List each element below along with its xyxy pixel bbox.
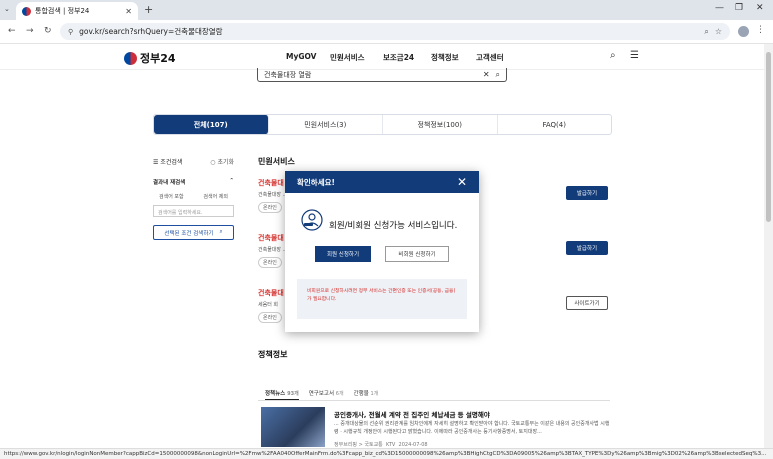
back-icon[interactable]: ← xyxy=(8,26,16,36)
profile-avatar[interactable] xyxy=(738,26,749,37)
site-info-icon[interactable]: ⚲ xyxy=(68,28,73,36)
gov-favicon-icon xyxy=(22,6,31,16)
modal-title: 확인하세요! xyxy=(297,177,335,187)
maximize-icon[interactable]: ❐ xyxy=(735,3,743,13)
new-tab-button[interactable]: + xyxy=(144,3,153,16)
close-window-icon[interactable]: ✕ xyxy=(756,3,764,13)
close-icon[interactable]: ✕ xyxy=(457,175,467,189)
member-apply-button[interactable]: 회원 신청하기 xyxy=(315,246,371,262)
bookmark-star-icon[interactable]: ☆ xyxy=(715,27,722,36)
zoom-icon[interactable]: ⌕ xyxy=(704,27,708,37)
browser-tab-title: 통합검색 | 정부24 xyxy=(35,7,90,15)
modal-buttons: 회원 신청하기 비회원 신청하기 xyxy=(315,246,449,262)
forward-icon[interactable]: → xyxy=(26,26,34,36)
modal-note: 비회원으로 신청하시려면 정부 서비스는 간편인증 또는 인증서(공동, 금융)… xyxy=(297,279,467,319)
browser-tab[interactable]: 통합검색 | 정부24 ✕ xyxy=(16,2,138,20)
status-bar-url: https://www.gov.kr/nlogin/loginNonMember… xyxy=(0,448,773,459)
url-text[interactable]: gov.kr/search?srhQuery=건축물대장열람 xyxy=(79,26,698,37)
browser-menu-icon[interactable]: ⋮ xyxy=(756,25,765,35)
address-bar-row: ← → ↻ ⚲ gov.kr/search?srhQuery=건축물대장열람 ⌕… xyxy=(0,20,773,44)
modal-message: 회원/비회원 신청가능 서비스입니다. xyxy=(329,221,458,231)
url-field[interactable]: ⚲ gov.kr/search?srhQuery=건축물대장열람 ⌕ ☆ xyxy=(60,23,730,40)
minimize-icon[interactable]: — xyxy=(715,3,724,13)
confirm-modal: 확인하세요! ✕ 회원/비회원 신청가능 서비스입니다. 회원 신청하기 비회원… xyxy=(285,171,479,332)
browser-tab-strip: ⌄ 통합검색 | 정부24 ✕ + — ❐ ✕ xyxy=(0,0,773,20)
vertical-scrollbar[interactable] xyxy=(764,44,773,448)
modal-header: 확인하세요! ✕ xyxy=(285,171,479,193)
scrollbar-thumb[interactable] xyxy=(766,52,771,222)
nonmember-apply-button[interactable]: 비회원 신청하기 xyxy=(385,246,449,262)
tab-close-icon[interactable]: ✕ xyxy=(125,7,132,16)
user-key-icon xyxy=(301,209,323,231)
tab-search-icon[interactable]: ⌄ xyxy=(4,5,10,13)
reload-icon[interactable]: ↻ xyxy=(44,26,52,36)
